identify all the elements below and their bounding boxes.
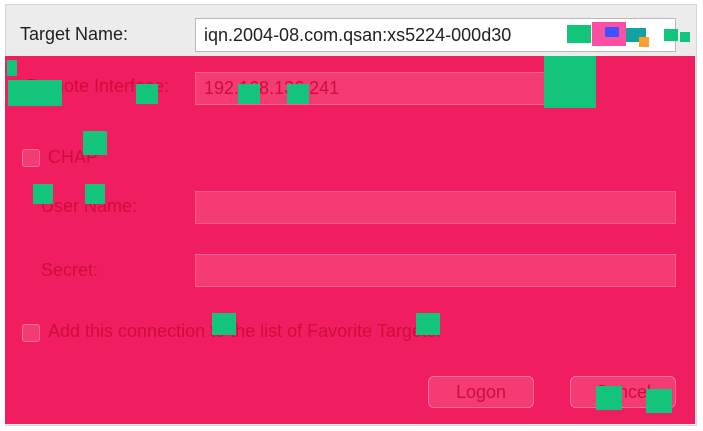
- glitch-artifact: [85, 184, 105, 204]
- glitch-artifact: [544, 56, 596, 108]
- glitch-artifact: [664, 29, 678, 41]
- secret-label: Secret:: [41, 260, 99, 280]
- secret-field[interactable]: [195, 254, 676, 287]
- glitch-artifact: [7, 60, 17, 76]
- chap-checkbox[interactable]: [22, 149, 40, 167]
- favorite-label: Add this connection to the list of Favor…: [48, 321, 441, 341]
- glitch-artifact: [33, 184, 53, 204]
- glitch-artifact: [639, 37, 649, 47]
- logon-button[interactable]: Logon: [428, 376, 534, 408]
- glitch-artifact: [136, 84, 158, 104]
- glitch-artifact: [567, 25, 591, 43]
- pink-overlay: [5, 56, 695, 424]
- glitch-artifact: [238, 84, 260, 104]
- glitch-artifact: [416, 313, 440, 335]
- favorite-checkbox[interactable]: [22, 324, 40, 342]
- glitch-artifact: [8, 80, 62, 106]
- glitch-artifact: [83, 131, 107, 155]
- glitch-artifact: [605, 27, 619, 37]
- glitch-artifact: [646, 389, 672, 413]
- glitch-artifact: [596, 386, 622, 410]
- glitch-artifact: [212, 313, 236, 335]
- user-name-field[interactable]: [195, 191, 676, 224]
- target-name-label: Target Name:: [20, 24, 129, 44]
- glitch-artifact: [680, 32, 690, 42]
- glitch-artifact: [287, 84, 309, 104]
